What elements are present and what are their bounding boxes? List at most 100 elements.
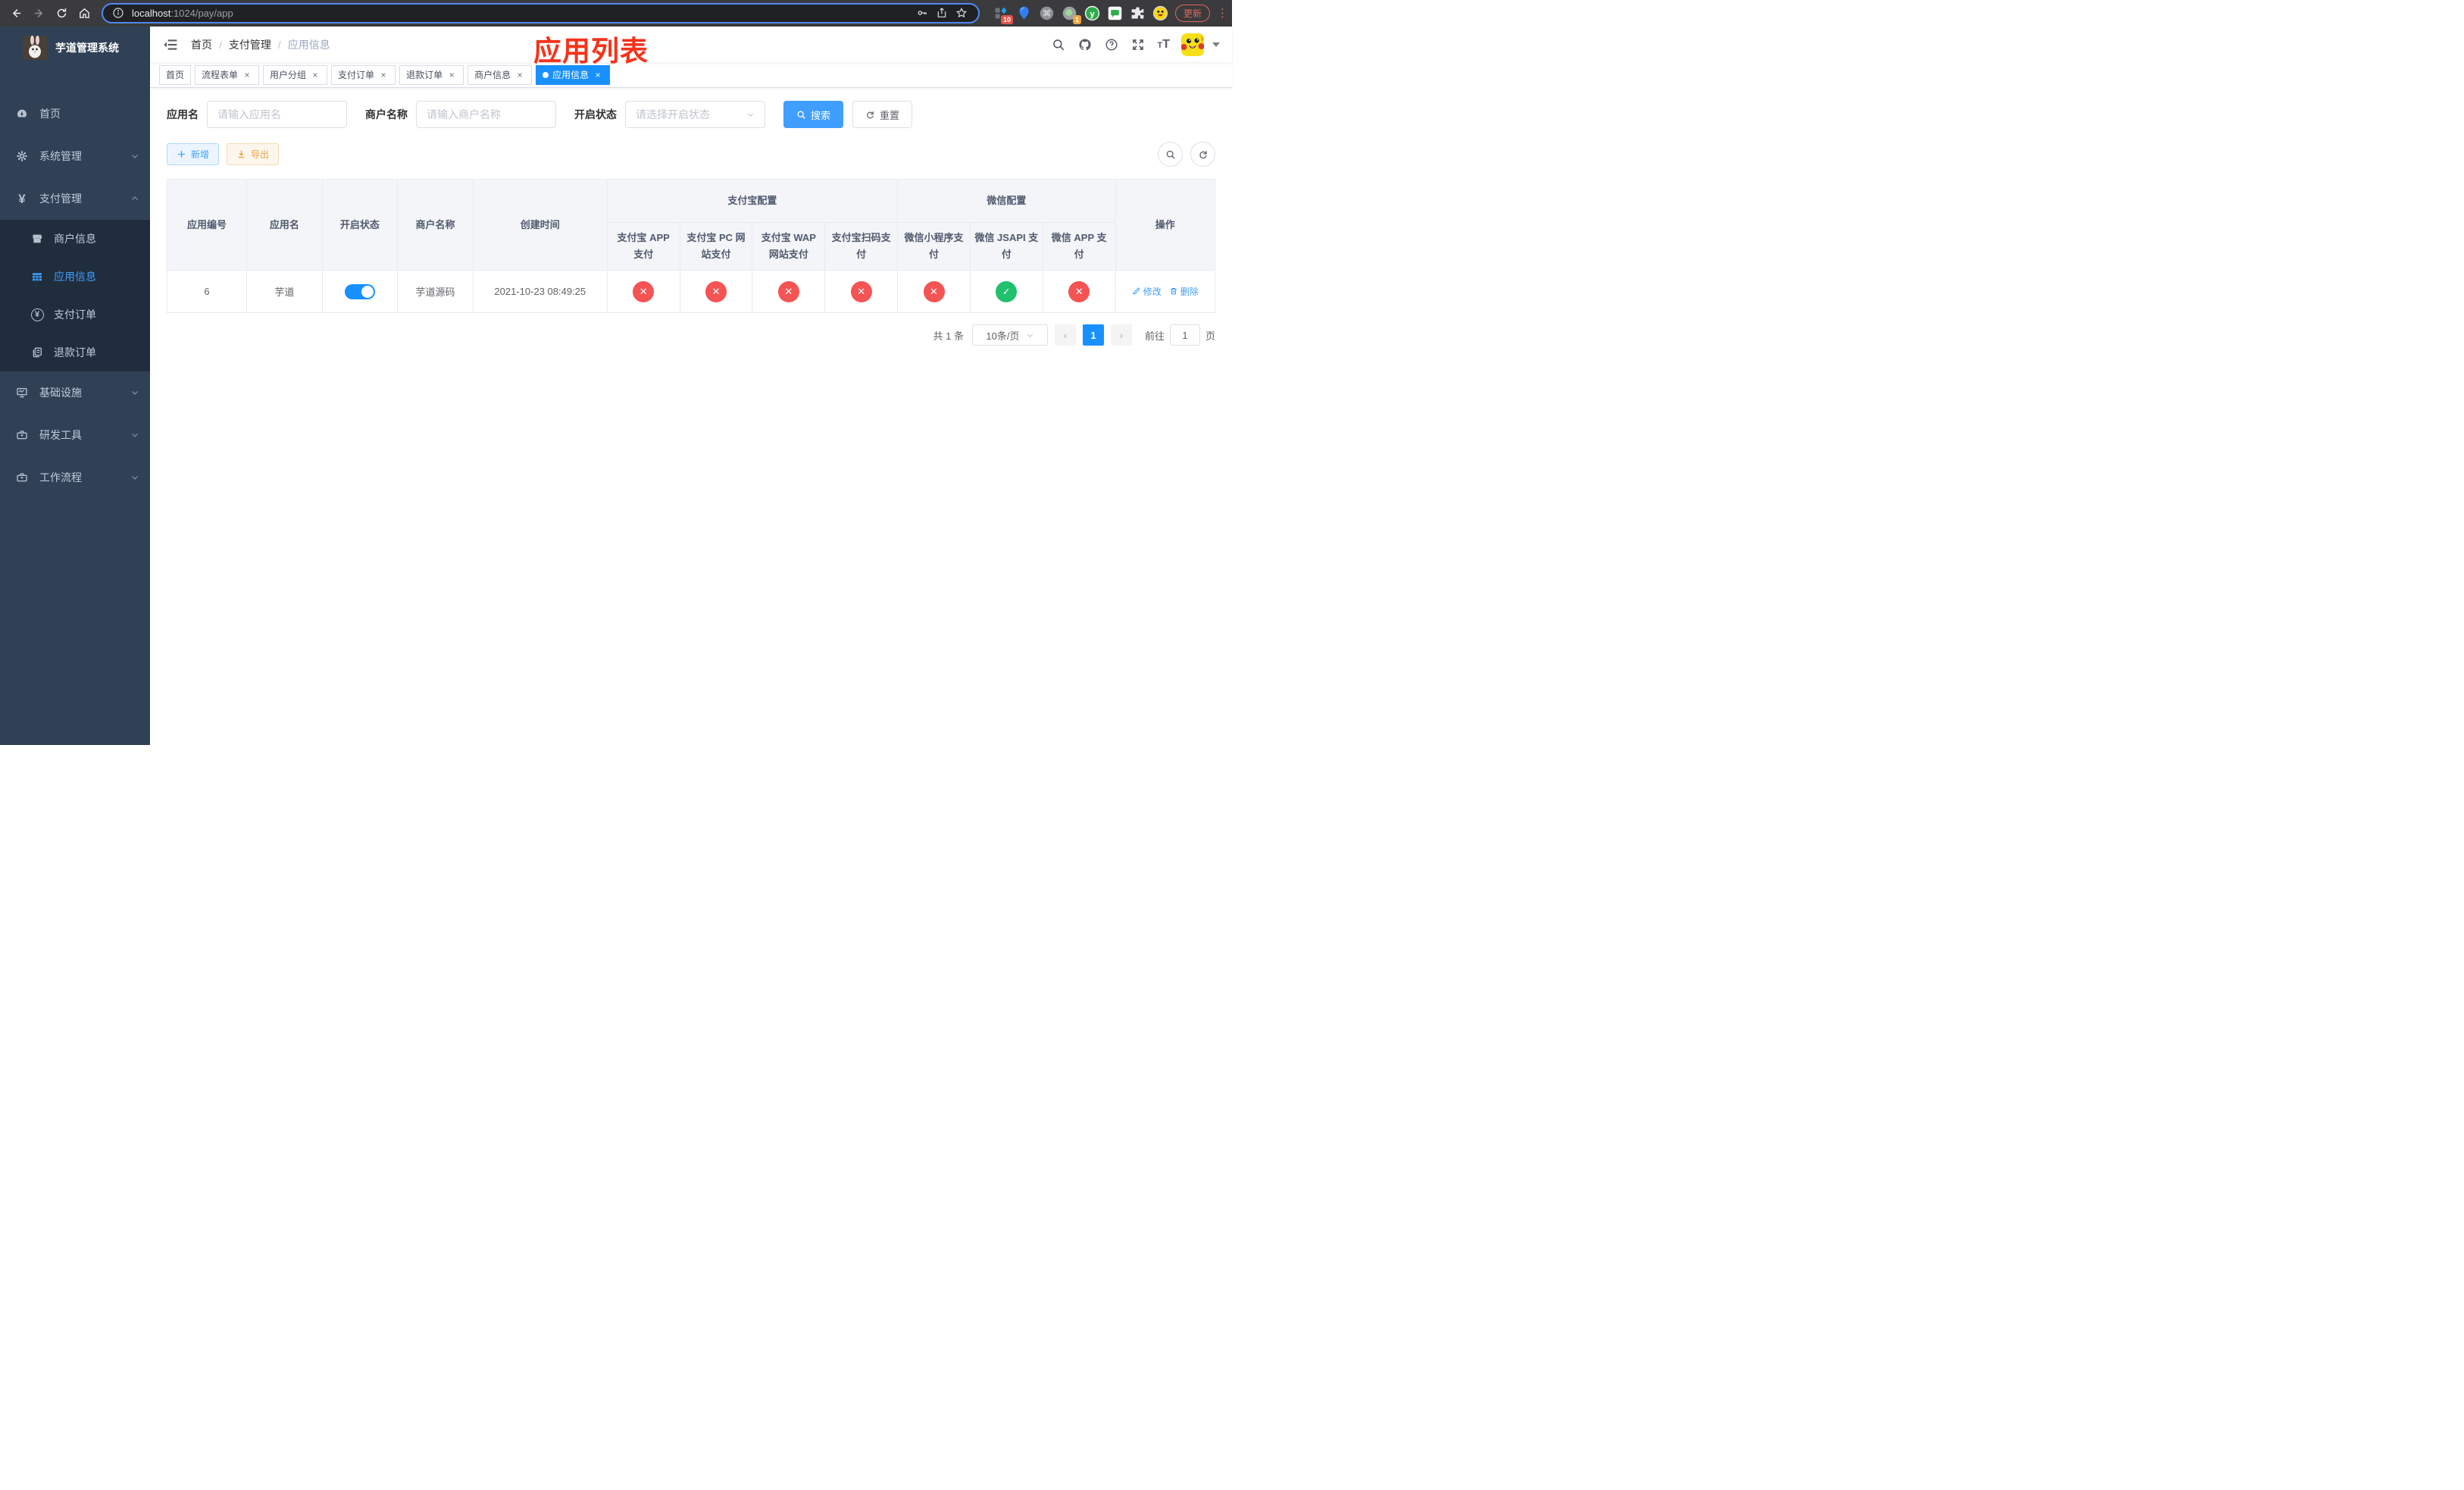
- share-icon[interactable]: [936, 7, 949, 20]
- enabled-toggle[interactable]: [344, 283, 375, 299]
- header-search-icon[interactable]: [1051, 37, 1066, 52]
- alipay-app-status-icon: ✕: [633, 280, 655, 302]
- sidebar-item-refund-order[interactable]: 退款订单: [0, 333, 150, 371]
- close-icon[interactable]: ×: [310, 70, 321, 80]
- tag-refund-order[interactable]: 退款订单 ×: [399, 64, 464, 85]
- close-icon[interactable]: ×: [446, 70, 457, 80]
- url-text[interactable]: localhost:1024/pay/app: [132, 8, 910, 19]
- browser-reload-icon[interactable]: [53, 5, 70, 22]
- address-bar[interactable]: localhost:1024/pay/app: [102, 3, 980, 23]
- search-button[interactable]: 搜索: [783, 101, 844, 128]
- sidebar: 芋道管理系统 首页 系统管理 ¥ 支付管理 商户信息 应用信息 ¥ 支付订单 退…: [0, 27, 150, 745]
- bookmark-star-icon[interactable]: [955, 7, 969, 20]
- fullscreen-icon[interactable]: [1130, 37, 1146, 52]
- sidebar-item-devtools[interactable]: 研发工具: [0, 414, 150, 456]
- extensions-puzzle-icon[interactable]: [1130, 5, 1146, 21]
- extension-sketch-icon[interactable]: 10: [993, 5, 1013, 24]
- wechat-app-status-icon: ✕: [1068, 280, 1090, 302]
- cell-merchant: 芋道源码: [397, 270, 474, 314]
- github-icon[interactable]: [1077, 37, 1093, 52]
- sidebar-collapse-icon[interactable]: [162, 36, 179, 53]
- page-number-active[interactable]: 1: [1082, 324, 1104, 346]
- col-group-wechat: 微信配置: [897, 179, 1116, 223]
- briefcase-icon: [15, 471, 29, 484]
- col-wechat-app: 微信 APP 支付: [1042, 221, 1116, 271]
- tag-user-group[interactable]: 用户分组 ×: [263, 64, 328, 85]
- extension-chat-icon[interactable]: [1107, 5, 1123, 21]
- browser-menu-icon[interactable]: ⋮: [1217, 8, 1228, 19]
- goto-page-input[interactable]: [1169, 324, 1200, 346]
- help-icon[interactable]: [1104, 37, 1119, 52]
- app-name-input[interactable]: [207, 101, 347, 128]
- extension-y-icon[interactable]: y: [1084, 5, 1100, 21]
- chevron-down-icon: [130, 430, 139, 440]
- col-wechat-jsapi: 微信 JSAPI 支付: [969, 221, 1043, 271]
- close-icon[interactable]: ×: [514, 70, 525, 80]
- browser-back-icon[interactable]: [8, 5, 24, 22]
- font-size-icon[interactable]: TT: [1157, 38, 1170, 51]
- status-select[interactable]: 请选择开启状态: [625, 101, 765, 128]
- extension-command-icon[interactable]: ⌘: [1039, 5, 1055, 21]
- sidebar-item-label: 研发工具: [39, 429, 82, 441]
- sidebar-item-workflow[interactable]: 工作流程: [0, 456, 150, 499]
- breadcrumb-payment[interactable]: 支付管理: [229, 37, 271, 52]
- goto-label: 前往: [1144, 330, 1165, 342]
- tag-pay-order[interactable]: 支付订单 ×: [331, 64, 396, 85]
- cell-app-name: 芋道: [246, 270, 323, 314]
- sidebar-item-app-info[interactable]: 应用信息: [0, 258, 150, 296]
- toggle-search-button[interactable]: [1158, 142, 1183, 167]
- gear-icon: [15, 149, 29, 163]
- close-icon[interactable]: ×: [242, 70, 252, 80]
- browser-home-icon[interactable]: [76, 5, 92, 22]
- delete-link[interactable]: 删除: [1169, 285, 1199, 298]
- close-icon[interactable]: ×: [593, 70, 603, 80]
- toolbox-icon: [15, 428, 29, 442]
- col-alipay-pc: 支付宝 PC 网站支付: [679, 221, 753, 271]
- breadcrumb-current: 应用信息: [287, 38, 330, 51]
- prev-page-button[interactable]: ‹: [1054, 324, 1076, 346]
- tag-merchant-info[interactable]: 商户信息 ×: [467, 64, 533, 85]
- browser-forward-icon[interactable]: [30, 5, 47, 22]
- extension-recorder-icon[interactable]: 1: [1062, 5, 1081, 24]
- password-key-icon[interactable]: [916, 7, 930, 20]
- chevron-down-icon: [130, 152, 139, 161]
- breadcrumb-home[interactable]: 首页: [191, 37, 212, 52]
- col-alipay-qr: 支付宝扫码支付: [824, 221, 899, 271]
- edit-link[interactable]: 修改: [1132, 285, 1162, 298]
- sidebar-item-merchant-info[interactable]: 商户信息: [0, 220, 150, 258]
- refresh-table-button[interactable]: [1190, 142, 1215, 167]
- sidebar-item-payment[interactable]: ¥ 支付管理: [0, 177, 150, 220]
- tag-home[interactable]: 首页: [159, 64, 192, 85]
- user-avatar[interactable]: [1181, 33, 1204, 56]
- logo-rabbit-image: [23, 35, 47, 60]
- tag-process-form[interactable]: 流程表单 ×: [195, 64, 260, 85]
- browser-toolbar: localhost:1024/pay/app 10 ⌘ 1 y 更新 ⋮: [0, 0, 1232, 27]
- yen-icon: ¥: [18, 191, 26, 206]
- sidebar-item-system[interactable]: 系统管理: [0, 135, 150, 177]
- page-size-select[interactable]: 10条/页: [971, 324, 1048, 346]
- close-icon[interactable]: ×: [378, 70, 389, 80]
- sidebar-item-label: 支付订单: [54, 308, 96, 321]
- col-wechat-lite: 微信小程序支付: [897, 221, 971, 271]
- merchant-name-input[interactable]: [416, 101, 556, 128]
- avatar-caret-icon[interactable]: [1212, 42, 1220, 47]
- sidebar-item-home[interactable]: 首页: [0, 92, 150, 135]
- col-alipay-wap: 支付宝 WAP 网站支付: [752, 221, 826, 271]
- col-created: 创建时间: [472, 178, 608, 271]
- sidebar-item-label: 系统管理: [39, 150, 82, 162]
- export-button[interactable]: 导出: [227, 143, 280, 165]
- extension-balloon-icon[interactable]: [1016, 5, 1032, 21]
- chevron-down-icon: [130, 473, 139, 482]
- profile-avatar-emoji[interactable]: [1152, 5, 1168, 21]
- sidebar-item-infra[interactable]: 基础设施: [0, 371, 150, 414]
- sidebar-logo[interactable]: 芋道管理系统: [0, 27, 150, 68]
- reset-button[interactable]: 重置: [852, 101, 913, 128]
- add-button[interactable]: 新增: [167, 143, 220, 165]
- chrome-update-button[interactable]: 更新: [1174, 5, 1210, 22]
- sidebar-item-label: 工作流程: [39, 471, 82, 484]
- breadcrumb: 首页 / 支付管理 / 应用信息: [191, 37, 330, 52]
- monitor-icon: [15, 386, 29, 399]
- site-info-icon[interactable]: [112, 7, 126, 20]
- next-page-button[interactable]: ›: [1110, 324, 1132, 346]
- sidebar-item-pay-order[interactable]: ¥ 支付订单: [0, 296, 150, 333]
